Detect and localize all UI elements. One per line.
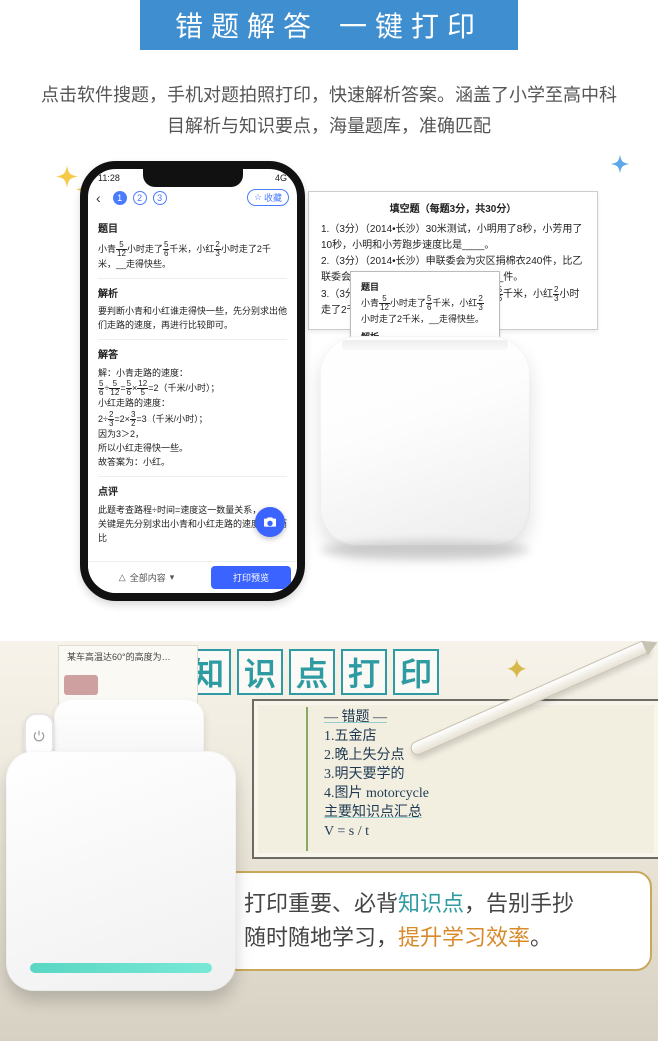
page-dot-1[interactable]: 1 [113, 191, 127, 205]
answer-title: 解答 [98, 348, 287, 364]
phone-bottom-bar: △ 全部内容 ▾ 打印预览 [88, 561, 297, 593]
nb-l3: 3.明天要学的 [324, 766, 646, 785]
printer-device [320, 336, 530, 546]
top-banner: 错题解答 一键打印 [140, 0, 518, 50]
status-signal: 4G [275, 173, 287, 183]
power-icon [32, 729, 46, 743]
side-printer: 某车高温达60°的高度为… [6, 681, 236, 1011]
camera-icon [262, 514, 278, 530]
print-preview-button[interactable]: 打印预览 [211, 566, 291, 589]
phone-mockup: 11:28 4G ‹ 1 2 3 ☆ 收藏 题目 小青512小时走了56千米，小… [80, 161, 305, 601]
title-char: 印 [393, 649, 439, 695]
camera-fab[interactable] [255, 507, 285, 537]
description-text: 点击软件搜题，手机对题拍照打印，快速解析答案。涵盖了小学至高中科目解析与知识要点… [0, 60, 658, 151]
title-char: 识 [237, 649, 283, 695]
phone-content: 题目 小青512小时走了56千米，小红23小时走了2千米，__走得快些。 解析 … [88, 210, 297, 545]
back-button[interactable]: ‹ [96, 190, 101, 206]
speech-bubble: 打印重要、必背知识点，告别手抄 随时随地学习，提升学习效率。 [222, 871, 652, 971]
bubble-line-2: 随时随地学习，提升学习效率。 [244, 921, 630, 955]
phone-notch [143, 169, 243, 187]
question-body: 小青512小时走了56千米，小红23小时走了2千米，__走得快些。 [98, 241, 287, 272]
nb-l4: 4.图片 motorcycle [324, 785, 646, 804]
nb-l1: 1.五金店 [324, 728, 646, 747]
title-char: 点 [289, 649, 335, 695]
banner-right: 一键打印 [339, 5, 483, 45]
bottom-section: 知 识 点 打 印 ✦ — 错题 — 1.五金店 2.晚上失分点 3.明天要学的… [0, 641, 658, 1041]
chevron-down-icon: ▾ [170, 572, 175, 583]
analysis-body: 要判断小青和小红谁走得快一些，先分别求出他们走路的速度，再进行比较即可。 [98, 305, 287, 333]
answer-body: 解：小青走路的速度： 56÷512=56×125=2（千米/小时）； 小红走路的… [98, 367, 287, 471]
slip-body: 小青512小时走了56千米，小红23小时走了2千米，__走得快些。 [361, 295, 489, 326]
page-dot-2[interactable]: 2 [133, 191, 147, 205]
title-char: 打 [341, 649, 387, 695]
slip-title-1: 题目 [361, 280, 489, 294]
printer-accent [30, 963, 212, 973]
page-dot-3[interactable]: 3 [153, 191, 167, 205]
printer-body [6, 751, 236, 991]
page-dots: 1 2 3 [107, 191, 241, 205]
side-tag [64, 675, 98, 695]
nav-row: ‹ 1 2 3 ☆ 收藏 [88, 183, 297, 210]
status-time: 11:28 [98, 173, 120, 183]
sparkle-icon: ✦ [505, 653, 528, 686]
nb-l6: V = s / t [324, 823, 646, 842]
list-icon: △ [119, 572, 126, 583]
analysis-title: 解析 [98, 287, 287, 303]
star-icon: ☆ [254, 192, 262, 203]
product-stage: 填空题（每题3分，共30分） 1.（3分）（2014•长沙）30米测试，小明用了… [0, 161, 658, 641]
exam-line-1: 1.（3分）（2014•长沙）30米测试，小明用了8秒，小芳用了10秒，小明和小… [321, 222, 585, 254]
nb-l2: 2.晚上失分点 [324, 747, 646, 766]
question-title: 题目 [98, 222, 287, 238]
collect-button[interactable]: ☆ 收藏 [247, 189, 289, 206]
banner-left: 错题解答 [175, 5, 319, 45]
exam-paper-title: 填空题（每题3分，共30分） [321, 202, 585, 218]
nb-l5: 主要知识点汇总 [324, 804, 646, 823]
bb-left-button[interactable]: △ 全部内容 ▾ [88, 562, 205, 593]
comment-title: 点评 [98, 485, 287, 501]
bubble-line-1: 打印重要、必背知识点，告别手抄 [244, 887, 630, 921]
